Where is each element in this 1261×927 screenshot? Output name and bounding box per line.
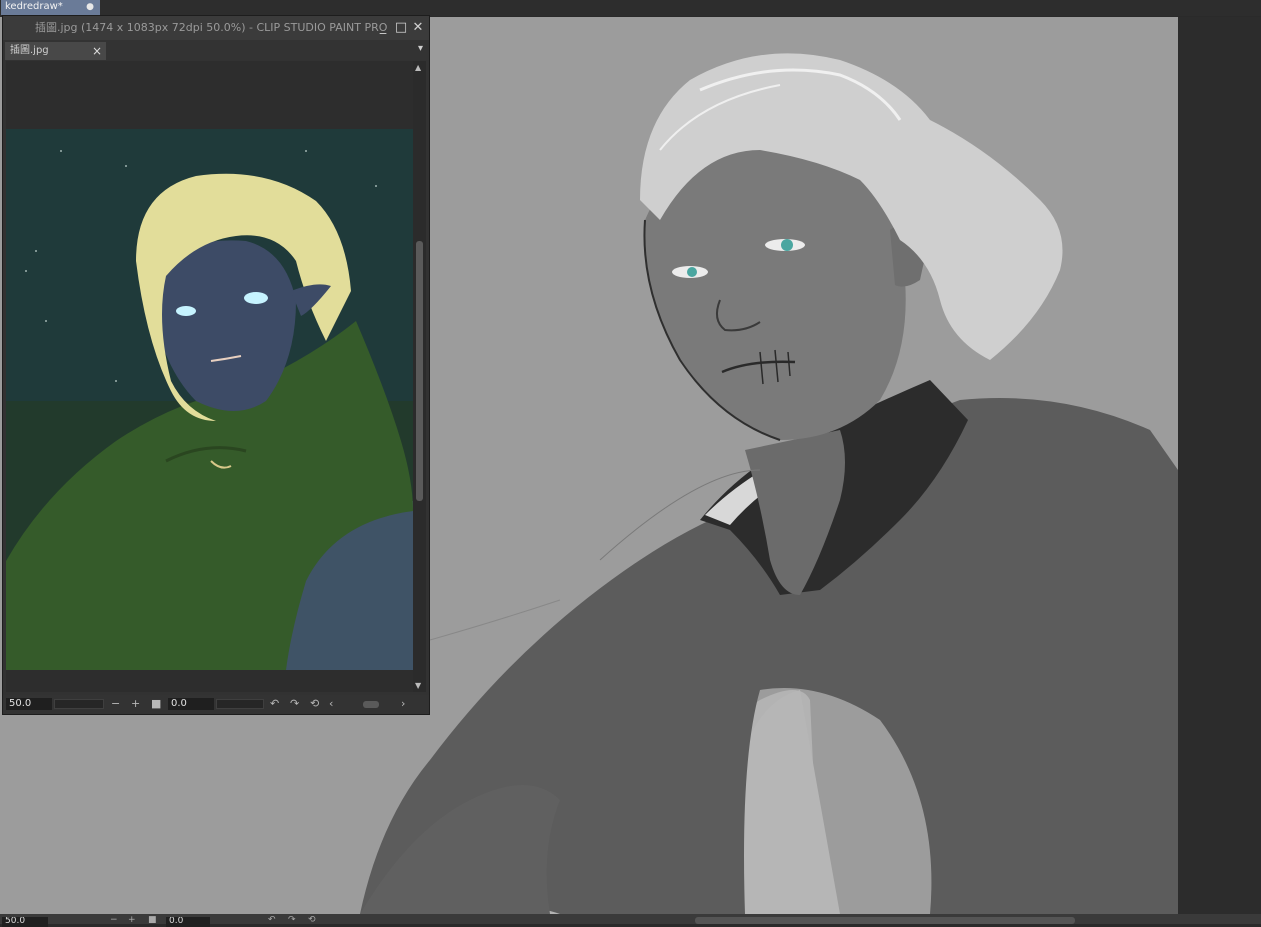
chevron-down-icon[interactable]: ▾ xyxy=(418,43,423,54)
sub-view-vertical-scrollbar[interactable]: ▲ ▼ xyxy=(413,61,426,692)
sub-view-tab-label: 插圖.jpg xyxy=(10,45,49,56)
rotate-left-icon[interactable]: ↶ xyxy=(270,697,279,711)
sub-view-horizontal-scroll-thumb[interactable] xyxy=(363,701,379,708)
sub-view-rotation-slider[interactable] xyxy=(216,699,264,709)
close-tab-icon[interactable]: × xyxy=(92,42,102,60)
rotate-right-icon[interactable]: ↷ xyxy=(290,697,299,711)
zoom-out-icon[interactable]: − xyxy=(111,697,120,711)
zoom-in-icon[interactable]: + xyxy=(131,697,140,711)
close-tab-icon[interactable]: ● xyxy=(86,0,94,14)
close-icon[interactable]: ✕ xyxy=(409,16,427,40)
scroll-right-icon[interactable]: › xyxy=(401,697,405,711)
scroll-left-icon[interactable]: ‹ xyxy=(329,697,333,711)
reference-left-eye xyxy=(176,306,196,316)
sub-view-title: 插圖.jpg (1474 x 1083px 72dpi 50.0%) - CLI… xyxy=(35,21,388,34)
fit-icon[interactable]: ■ xyxy=(151,697,161,711)
canvas-horizontal-scrollbar[interactable] xyxy=(695,917,1075,924)
scroll-down-icon: ▼ xyxy=(415,681,422,690)
reference-image-view[interactable] xyxy=(6,61,413,692)
sub-view-window: 插圖.jpg (1474 x 1083px 72dpi 50.0%) - CLI… xyxy=(2,15,430,715)
sub-view-zoom-slider[interactable] xyxy=(54,699,104,709)
scroll-up-icon: ▲ xyxy=(415,63,422,72)
sub-view-rotation-input[interactable]: 0.0 xyxy=(168,698,214,710)
canvas-rotation-input[interactable]: 0.0 xyxy=(166,917,210,927)
document-tab-bar: kedredraw* ● xyxy=(0,0,1261,16)
reset-rotation-icon[interactable]: ⟲ xyxy=(310,697,319,711)
sub-view-titlebar[interactable]: 插圖.jpg (1474 x 1083px 72dpi 50.0%) - CLI… xyxy=(3,16,429,40)
document-tab-label: kedredraw* xyxy=(5,1,63,12)
maximize-icon[interactable]: □ xyxy=(392,16,410,40)
sub-view-zoom-input[interactable]: 50.0 xyxy=(6,698,52,710)
sub-view-scroll-thumb[interactable] xyxy=(416,241,423,501)
document-tab-kedredraw[interactable]: kedredraw* ● xyxy=(1,0,100,15)
sub-view-tab-image[interactable]: 插圖.jpg × xyxy=(5,42,106,60)
canvas-navigation-bar: 50.0 − + ■ 0.0 ↶ ↷ ⟲ xyxy=(0,914,1261,927)
sub-view-tab-row: 插圖.jpg × ▾ xyxy=(3,40,429,60)
right-panel-strip xyxy=(1178,17,1261,914)
minimize-icon[interactable]: _ xyxy=(374,16,392,40)
reference-right-eye xyxy=(244,292,268,304)
canvas-zoom-input[interactable]: 50.0 xyxy=(2,917,48,927)
sub-view-controls: 50.0 − + ■ 0.0 ↶ ↷ ⟲ ‹ › xyxy=(3,695,429,714)
